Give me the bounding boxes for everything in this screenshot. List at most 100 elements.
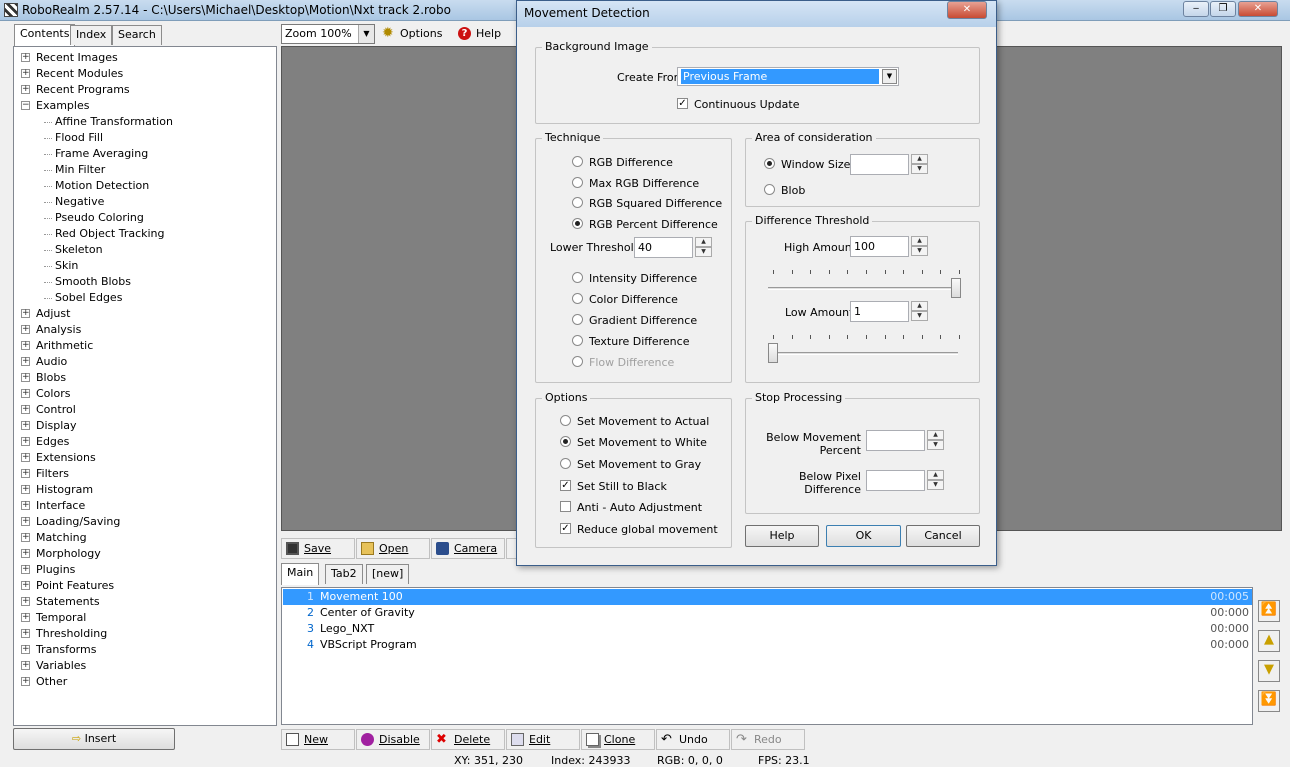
expand-icon[interactable]: + bbox=[21, 325, 30, 334]
move-bottom-button[interactable]: ⏬ bbox=[1258, 690, 1280, 712]
expand-icon[interactable]: + bbox=[21, 373, 30, 382]
tree-item[interactable]: Control bbox=[36, 402, 76, 418]
chevron-down-icon[interactable]: ▼ bbox=[882, 69, 897, 84]
technique-radio[interactable] bbox=[572, 197, 583, 209]
ok-button[interactable]: OK bbox=[826, 525, 901, 547]
spin-up-icon[interactable]: ▲ bbox=[911, 236, 928, 246]
undo-button[interactable]: ↶ Undo bbox=[656, 729, 730, 750]
expand-icon[interactable]: + bbox=[21, 357, 30, 366]
expand-icon[interactable]: + bbox=[21, 421, 30, 430]
lower-threshold-spinner[interactable]: ▲ ▼ bbox=[695, 237, 712, 258]
tree-item[interactable]: Colors bbox=[36, 386, 70, 402]
window-size-input[interactable] bbox=[850, 154, 909, 175]
tab-contents[interactable]: Contents bbox=[14, 24, 76, 46]
maximize-button[interactable]: ❐ bbox=[1210, 1, 1236, 17]
clone-button[interactable]: Clone bbox=[581, 729, 655, 750]
blob-radio[interactable] bbox=[764, 184, 775, 195]
expand-icon[interactable]: + bbox=[21, 677, 30, 686]
tree-item[interactable]: Sobel Edges bbox=[55, 290, 122, 306]
below-pixel-spinner[interactable]: ▲ ▼ bbox=[927, 470, 944, 491]
tree-item[interactable]: Variables bbox=[36, 658, 86, 674]
tree-item[interactable]: Statements bbox=[36, 594, 100, 610]
tab-new[interactable]: [new] bbox=[366, 564, 410, 584]
tree-item[interactable]: Smooth Blobs bbox=[55, 274, 131, 290]
pipeline-row[interactable]: 4 VBScript Program 00:000 bbox=[283, 637, 1252, 653]
tree-item[interactable]: Transforms bbox=[36, 642, 96, 658]
save-button[interactable]: Save bbox=[281, 538, 355, 559]
expand-icon[interactable]: + bbox=[21, 613, 30, 622]
tree-item[interactable]: Skin bbox=[55, 258, 78, 274]
below-pixel-input[interactable] bbox=[866, 470, 925, 491]
low-amount-slider-thumb[interactable] bbox=[768, 343, 778, 363]
edit-button[interactable]: Edit bbox=[506, 729, 580, 750]
dialog-close-button[interactable]: ✕ bbox=[947, 1, 987, 19]
minimize-button[interactable]: ‒ bbox=[1183, 1, 1209, 17]
lower-threshold-input[interactable]: 40 bbox=[634, 237, 693, 258]
expand-icon[interactable]: + bbox=[21, 69, 30, 78]
options-button[interactable]: ✹ Options bbox=[378, 24, 452, 45]
move-down-button[interactable]: ▼ bbox=[1258, 660, 1280, 682]
low-amount-input[interactable]: 1 bbox=[850, 301, 909, 322]
tree-item[interactable]: Histogram bbox=[36, 482, 93, 498]
tree-item[interactable]: Flood Fill bbox=[55, 130, 103, 146]
spin-down-icon[interactable]: ▼ bbox=[911, 311, 928, 321]
spin-down-icon[interactable]: ▼ bbox=[911, 246, 928, 256]
tree-item[interactable]: Min Filter bbox=[55, 162, 105, 178]
tree-item[interactable]: Blobs bbox=[36, 370, 66, 386]
delete-button[interactable]: ✖ Delete bbox=[431, 729, 505, 750]
tree-item[interactable]: Matching bbox=[36, 530, 87, 546]
expand-icon[interactable]: + bbox=[21, 469, 30, 478]
expand-icon[interactable]: + bbox=[21, 549, 30, 558]
tree-item[interactable]: Temporal bbox=[36, 610, 86, 626]
tree-item[interactable]: Extensions bbox=[36, 450, 96, 466]
expand-icon[interactable]: + bbox=[21, 453, 30, 462]
tree-item[interactable]: Other bbox=[36, 674, 67, 690]
pipeline-row[interactable]: 3 Lego_NXT 00:000 bbox=[283, 621, 1252, 637]
tree-item[interactable]: Edges bbox=[36, 434, 69, 450]
window-size-spinner[interactable]: ▲ ▼ bbox=[911, 154, 928, 175]
tree-item[interactable]: Red Object Tracking bbox=[55, 226, 165, 242]
close-button[interactable]: ✕ bbox=[1238, 1, 1278, 17]
collapse-icon[interactable]: − bbox=[21, 101, 30, 110]
disable-button[interactable]: Disable bbox=[356, 729, 430, 750]
movement-gray-radio[interactable] bbox=[560, 458, 571, 469]
anti-auto-checkbox[interactable] bbox=[560, 501, 571, 512]
redo-button[interactable]: ↷ Redo bbox=[731, 729, 805, 750]
spin-down-icon[interactable]: ▼ bbox=[927, 480, 944, 490]
tree-item[interactable]: Recent Modules bbox=[36, 66, 123, 82]
technique-radio[interactable] bbox=[572, 176, 583, 188]
create-from-select[interactable]: Previous Frame ▼ bbox=[677, 67, 899, 86]
expand-icon[interactable]: + bbox=[21, 597, 30, 606]
tree-item[interactable]: Plugins bbox=[36, 562, 75, 578]
expand-icon[interactable]: + bbox=[21, 629, 30, 638]
expand-icon[interactable]: + bbox=[21, 485, 30, 494]
reduce-global-checkbox[interactable]: ✓ bbox=[560, 523, 571, 534]
technique-radio[interactable] bbox=[572, 314, 583, 325]
window-size-radio[interactable] bbox=[764, 158, 775, 169]
expand-icon[interactable]: + bbox=[21, 645, 30, 654]
tree-item[interactable]: Adjust bbox=[36, 306, 70, 322]
spin-up-icon[interactable]: ▲ bbox=[927, 430, 944, 440]
new-button[interactable]: New bbox=[281, 729, 355, 750]
technique-radio[interactable] bbox=[572, 272, 583, 283]
expand-icon[interactable]: + bbox=[21, 389, 30, 398]
expand-icon[interactable]: + bbox=[21, 309, 30, 318]
technique-radio[interactable] bbox=[572, 335, 583, 346]
high-amount-input[interactable]: 100 bbox=[850, 236, 909, 257]
technique-radio[interactable] bbox=[572, 356, 583, 367]
spin-up-icon[interactable]: ▲ bbox=[695, 237, 712, 247]
spin-up-icon[interactable]: ▲ bbox=[911, 301, 928, 311]
high-amount-track[interactable] bbox=[768, 287, 958, 290]
tree-item[interactable]: Pseudo Coloring bbox=[55, 210, 144, 226]
tree-item[interactable]: Motion Detection bbox=[55, 178, 149, 194]
tree-item[interactable]: Analysis bbox=[36, 322, 81, 338]
movement-white-radio[interactable] bbox=[560, 436, 571, 447]
tree-item[interactable]: Arithmetic bbox=[36, 338, 93, 354]
move-top-button[interactable]: ⏫ bbox=[1258, 600, 1280, 622]
expand-icon[interactable]: + bbox=[21, 85, 30, 94]
open-button[interactable]: Open bbox=[356, 538, 430, 559]
tree-item[interactable]: Interface bbox=[36, 498, 85, 514]
module-tree[interactable]: Recent Images + Recent Modules + Recent Prog… bbox=[13, 46, 277, 726]
spin-up-icon[interactable]: ▲ bbox=[911, 154, 928, 164]
low-amount-spinner[interactable]: ▲ ▼ bbox=[911, 301, 928, 322]
